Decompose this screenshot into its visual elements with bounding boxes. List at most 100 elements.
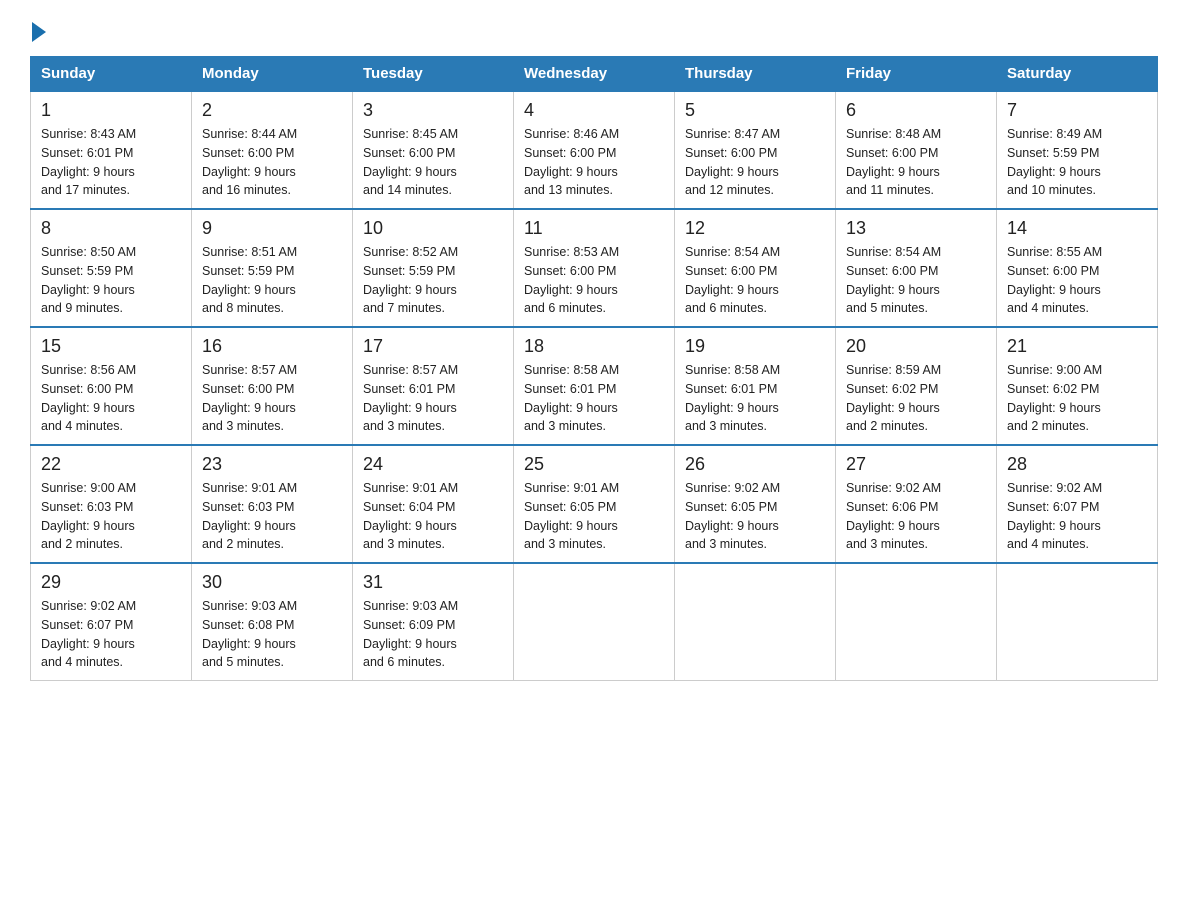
calendar-cell [997, 563, 1158, 681]
calendar-week-row: 1 Sunrise: 8:43 AMSunset: 6:01 PMDayligh… [31, 91, 1158, 209]
calendar-cell: 30 Sunrise: 9:03 AMSunset: 6:08 PMDaylig… [192, 563, 353, 681]
day-number: 9 [202, 218, 342, 239]
day-info: Sunrise: 9:02 AMSunset: 6:07 PMDaylight:… [1007, 479, 1147, 554]
day-number: 29 [41, 572, 181, 593]
day-info: Sunrise: 9:03 AMSunset: 6:08 PMDaylight:… [202, 597, 342, 672]
day-number: 26 [685, 454, 825, 475]
day-number: 1 [41, 100, 181, 121]
day-info: Sunrise: 8:45 AMSunset: 6:00 PMDaylight:… [363, 125, 503, 200]
day-number: 15 [41, 336, 181, 357]
calendar-cell: 13 Sunrise: 8:54 AMSunset: 6:00 PMDaylig… [836, 209, 997, 327]
day-number: 21 [1007, 336, 1147, 357]
col-header-thursday: Thursday [675, 57, 836, 92]
day-number: 6 [846, 100, 986, 121]
day-number: 7 [1007, 100, 1147, 121]
day-number: 28 [1007, 454, 1147, 475]
calendar-cell: 28 Sunrise: 9:02 AMSunset: 6:07 PMDaylig… [997, 445, 1158, 563]
col-header-monday: Monday [192, 57, 353, 92]
day-number: 2 [202, 100, 342, 121]
calendar-cell: 10 Sunrise: 8:52 AMSunset: 5:59 PMDaylig… [353, 209, 514, 327]
day-number: 8 [41, 218, 181, 239]
calendar-cell [514, 563, 675, 681]
day-number: 30 [202, 572, 342, 593]
day-info: Sunrise: 8:44 AMSunset: 6:00 PMDaylight:… [202, 125, 342, 200]
calendar-table: SundayMondayTuesdayWednesdayThursdayFrid… [30, 56, 1158, 681]
day-number: 3 [363, 100, 503, 121]
day-info: Sunrise: 8:48 AMSunset: 6:00 PMDaylight:… [846, 125, 986, 200]
day-info: Sunrise: 8:55 AMSunset: 6:00 PMDaylight:… [1007, 243, 1147, 318]
day-info: Sunrise: 8:49 AMSunset: 5:59 PMDaylight:… [1007, 125, 1147, 200]
calendar-cell: 5 Sunrise: 8:47 AMSunset: 6:00 PMDayligh… [675, 91, 836, 209]
calendar-cell: 3 Sunrise: 8:45 AMSunset: 6:00 PMDayligh… [353, 91, 514, 209]
calendar-week-row: 29 Sunrise: 9:02 AMSunset: 6:07 PMDaylig… [31, 563, 1158, 681]
day-number: 16 [202, 336, 342, 357]
calendar-cell: 12 Sunrise: 8:54 AMSunset: 6:00 PMDaylig… [675, 209, 836, 327]
day-info: Sunrise: 8:59 AMSunset: 6:02 PMDaylight:… [846, 361, 986, 436]
calendar-cell: 7 Sunrise: 8:49 AMSunset: 5:59 PMDayligh… [997, 91, 1158, 209]
day-number: 13 [846, 218, 986, 239]
calendar-cell: 11 Sunrise: 8:53 AMSunset: 6:00 PMDaylig… [514, 209, 675, 327]
calendar-cell [675, 563, 836, 681]
calendar-cell: 6 Sunrise: 8:48 AMSunset: 6:00 PMDayligh… [836, 91, 997, 209]
calendar-cell: 25 Sunrise: 9:01 AMSunset: 6:05 PMDaylig… [514, 445, 675, 563]
day-number: 24 [363, 454, 503, 475]
day-info: Sunrise: 9:01 AMSunset: 6:03 PMDaylight:… [202, 479, 342, 554]
day-info: Sunrise: 9:00 AMSunset: 6:02 PMDaylight:… [1007, 361, 1147, 436]
col-header-sunday: Sunday [31, 57, 192, 92]
calendar-cell: 19 Sunrise: 8:58 AMSunset: 6:01 PMDaylig… [675, 327, 836, 445]
day-number: 22 [41, 454, 181, 475]
calendar-week-row: 15 Sunrise: 8:56 AMSunset: 6:00 PMDaylig… [31, 327, 1158, 445]
day-number: 17 [363, 336, 503, 357]
calendar-cell: 17 Sunrise: 8:57 AMSunset: 6:01 PMDaylig… [353, 327, 514, 445]
calendar-cell: 15 Sunrise: 8:56 AMSunset: 6:00 PMDaylig… [31, 327, 192, 445]
calendar-cell: 31 Sunrise: 9:03 AMSunset: 6:09 PMDaylig… [353, 563, 514, 681]
calendar-cell: 22 Sunrise: 9:00 AMSunset: 6:03 PMDaylig… [31, 445, 192, 563]
day-info: Sunrise: 8:58 AMSunset: 6:01 PMDaylight:… [524, 361, 664, 436]
calendar-cell: 4 Sunrise: 8:46 AMSunset: 6:00 PMDayligh… [514, 91, 675, 209]
calendar-cell: 29 Sunrise: 9:02 AMSunset: 6:07 PMDaylig… [31, 563, 192, 681]
day-info: Sunrise: 8:50 AMSunset: 5:59 PMDaylight:… [41, 243, 181, 318]
day-number: 31 [363, 572, 503, 593]
day-number: 5 [685, 100, 825, 121]
day-info: Sunrise: 8:46 AMSunset: 6:00 PMDaylight:… [524, 125, 664, 200]
calendar-header-row: SundayMondayTuesdayWednesdayThursdayFrid… [31, 57, 1158, 92]
day-info: Sunrise: 8:52 AMSunset: 5:59 PMDaylight:… [363, 243, 503, 318]
day-number: 10 [363, 218, 503, 239]
day-info: Sunrise: 9:00 AMSunset: 6:03 PMDaylight:… [41, 479, 181, 554]
day-info: Sunrise: 8:58 AMSunset: 6:01 PMDaylight:… [685, 361, 825, 436]
calendar-cell: 23 Sunrise: 9:01 AMSunset: 6:03 PMDaylig… [192, 445, 353, 563]
day-info: Sunrise: 8:54 AMSunset: 6:00 PMDaylight:… [846, 243, 986, 318]
calendar-cell: 27 Sunrise: 9:02 AMSunset: 6:06 PMDaylig… [836, 445, 997, 563]
day-info: Sunrise: 9:02 AMSunset: 6:05 PMDaylight:… [685, 479, 825, 554]
col-header-tuesday: Tuesday [353, 57, 514, 92]
calendar-cell: 16 Sunrise: 8:57 AMSunset: 6:00 PMDaylig… [192, 327, 353, 445]
day-number: 23 [202, 454, 342, 475]
col-header-wednesday: Wednesday [514, 57, 675, 92]
day-info: Sunrise: 9:02 AMSunset: 6:07 PMDaylight:… [41, 597, 181, 672]
day-info: Sunrise: 8:43 AMSunset: 6:01 PMDaylight:… [41, 125, 181, 200]
calendar-cell: 24 Sunrise: 9:01 AMSunset: 6:04 PMDaylig… [353, 445, 514, 563]
calendar-cell: 9 Sunrise: 8:51 AMSunset: 5:59 PMDayligh… [192, 209, 353, 327]
day-info: Sunrise: 9:01 AMSunset: 6:04 PMDaylight:… [363, 479, 503, 554]
calendar-cell: 2 Sunrise: 8:44 AMSunset: 6:00 PMDayligh… [192, 91, 353, 209]
calendar-cell: 20 Sunrise: 8:59 AMSunset: 6:02 PMDaylig… [836, 327, 997, 445]
day-info: Sunrise: 8:57 AMSunset: 6:00 PMDaylight:… [202, 361, 342, 436]
calendar-cell: 8 Sunrise: 8:50 AMSunset: 5:59 PMDayligh… [31, 209, 192, 327]
day-number: 12 [685, 218, 825, 239]
day-number: 11 [524, 218, 664, 239]
day-number: 4 [524, 100, 664, 121]
day-info: Sunrise: 8:53 AMSunset: 6:00 PMDaylight:… [524, 243, 664, 318]
day-number: 14 [1007, 218, 1147, 239]
day-info: Sunrise: 9:01 AMSunset: 6:05 PMDaylight:… [524, 479, 664, 554]
calendar-cell: 14 Sunrise: 8:55 AMSunset: 6:00 PMDaylig… [997, 209, 1158, 327]
day-number: 20 [846, 336, 986, 357]
day-number: 19 [685, 336, 825, 357]
calendar-cell [836, 563, 997, 681]
day-info: Sunrise: 8:51 AMSunset: 5:59 PMDaylight:… [202, 243, 342, 318]
day-number: 25 [524, 454, 664, 475]
day-number: 27 [846, 454, 986, 475]
calendar-cell: 1 Sunrise: 8:43 AMSunset: 6:01 PMDayligh… [31, 91, 192, 209]
calendar-week-row: 8 Sunrise: 8:50 AMSunset: 5:59 PMDayligh… [31, 209, 1158, 327]
calendar-cell: 18 Sunrise: 8:58 AMSunset: 6:01 PMDaylig… [514, 327, 675, 445]
logo-arrow-icon [32, 22, 46, 42]
